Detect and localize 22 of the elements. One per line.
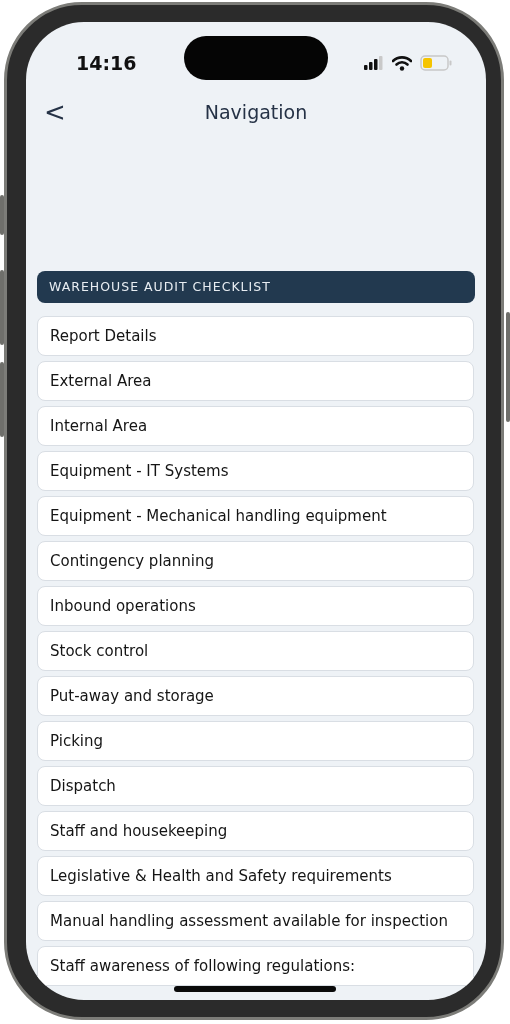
signal-icon bbox=[364, 56, 384, 70]
checklist-item[interactable]: Inbound operations bbox=[37, 586, 474, 626]
checklist-item[interactable]: Dispatch bbox=[37, 766, 474, 806]
wifi-icon bbox=[392, 55, 412, 71]
battery-icon bbox=[420, 55, 452, 71]
checklist-item[interactable]: Equipment - Mechanical handling equipment bbox=[37, 496, 474, 536]
checklist-item[interactable]: Equipment - IT Systems bbox=[37, 451, 474, 491]
checklist-item[interactable]: Picking bbox=[37, 721, 474, 761]
checklist-item[interactable]: Legislative & Health and Safety requirements bbox=[37, 856, 474, 896]
checklist-item[interactable]: Staff and housekeeping bbox=[37, 811, 474, 851]
checklist-item[interactable]: Internal Area bbox=[37, 406, 474, 446]
checklist-item[interactable]: Manual handling assessment available for inspection bbox=[37, 901, 474, 941]
checklist-item[interactable]: Report Details bbox=[37, 316, 474, 356]
status-time: 14:16 bbox=[76, 50, 137, 76]
checklist-item[interactable]: Put-away and storage bbox=[37, 676, 474, 716]
checklist-item[interactable]: Staff awareness of following regulations: bbox=[37, 946, 474, 986]
checklist-item[interactable]: Stock control bbox=[37, 631, 474, 671]
screen-title: Navigation bbox=[204, 99, 308, 125]
checklist-item[interactable]: Contingency planning bbox=[37, 541, 474, 581]
back-button[interactable]: < bbox=[38, 99, 72, 125]
checklist-item[interactable]: External Area bbox=[37, 361, 474, 401]
section-header: WAREHOUSE AUDIT CHECKLIST bbox=[37, 271, 475, 303]
